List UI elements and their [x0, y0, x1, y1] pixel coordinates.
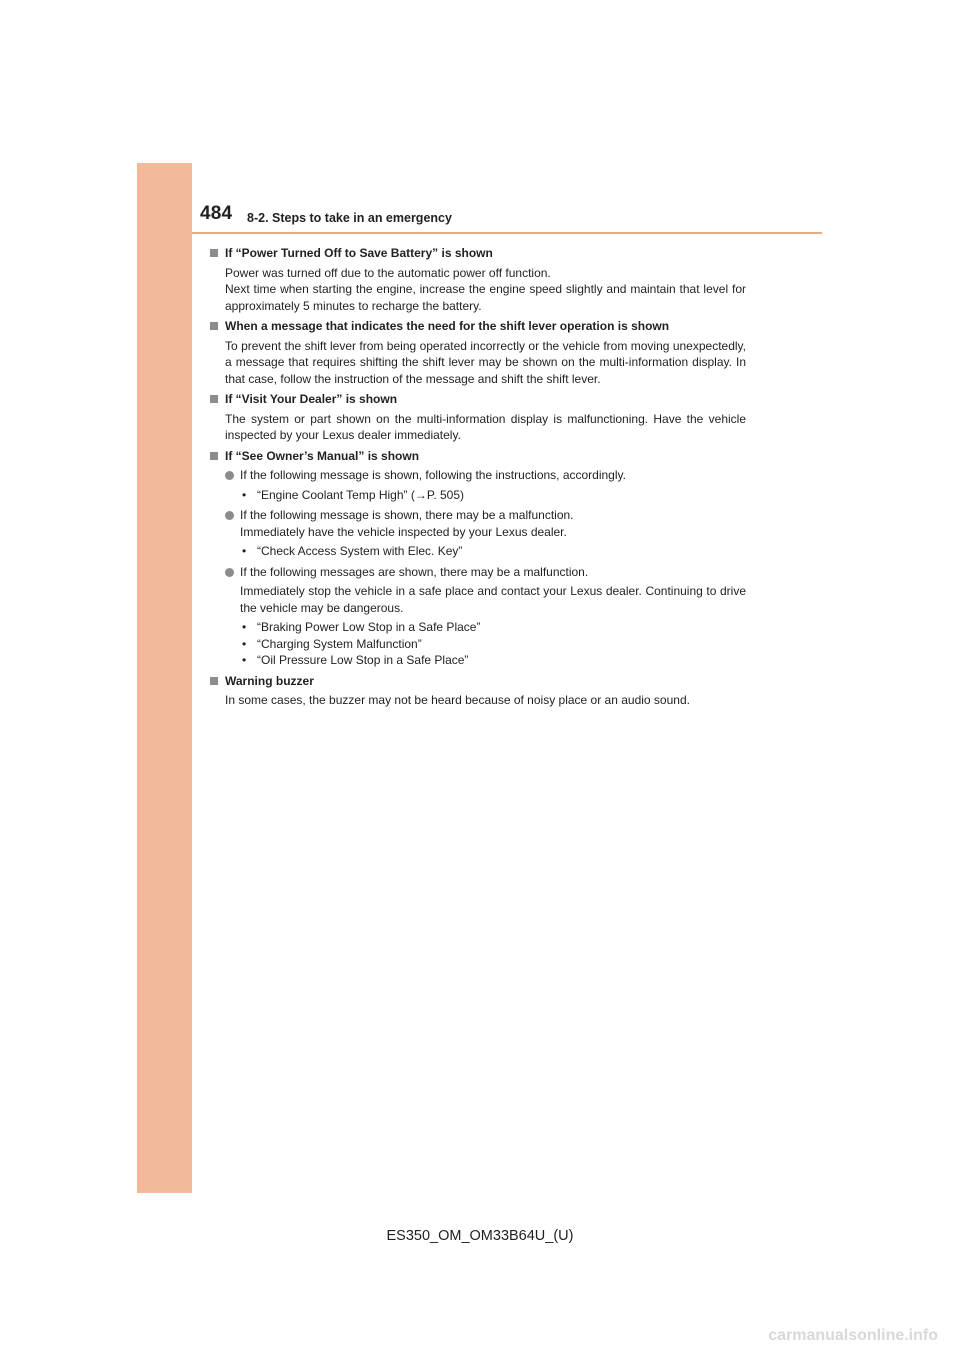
- message-list: • “Check Access System with Elec. Key”: [210, 543, 746, 560]
- section-2: When a message that indicates the need f…: [210, 318, 746, 387]
- bullet-text: If the following messages are shown, the…: [240, 564, 589, 579]
- section-heading: If “Power Turned Off to Save Battery” is…: [210, 245, 746, 262]
- section-paragraph: To prevent the shift lever from being op…: [210, 338, 746, 388]
- circle-bullet-icon: [225, 511, 234, 520]
- dot-marker-icon: •: [242, 544, 247, 558]
- section-paragraph-text: In some cases, the buzzer may not be hea…: [225, 693, 690, 707]
- section-paragraph: Power was turned off due to the automati…: [210, 265, 746, 315]
- message-list: • “Braking Power Low Stop in a Safe Place…: [210, 619, 746, 669]
- bullet-text: If the following message is shown, follo…: [240, 468, 626, 482]
- header-divider: [192, 232, 822, 234]
- circle-bullet-icon: [225, 471, 234, 480]
- square-bullet-icon: [210, 395, 218, 403]
- square-bullet-icon: [210, 322, 218, 330]
- section-heading-text: Warning buzzer: [225, 673, 314, 688]
- message-item-text: “Check Access System with Elec. Key”: [257, 544, 463, 558]
- dot-marker-icon: •: [242, 620, 247, 634]
- page-content: If “Power Turned Off to Save Battery” is…: [210, 245, 746, 713]
- section-paragraph-text: Power was turned off due to the automati…: [225, 265, 746, 313]
- bullet-item: If the following message is shown, follo…: [210, 467, 746, 484]
- bullet-note-text: Immediately stop the vehicle in a safe p…: [240, 584, 746, 615]
- section-paragraph: In some cases, the buzzer may not be hea…: [210, 692, 746, 709]
- circle-bullet-icon: [225, 567, 234, 577]
- dot-marker-icon: •: [242, 487, 247, 502]
- bullet-text: If the following message is shown, there…: [240, 508, 574, 539]
- section-4: If “See Owner’s Manual” is shown If the f…: [210, 448, 746, 669]
- section-heading-text: If “Visit Your Dealer” is shown: [225, 392, 398, 406]
- square-bullet-icon: [210, 676, 218, 685]
- section-paragraph-text: The system or part shown on the multi-in…: [225, 411, 746, 443]
- bullet-item: If the following messages are shown, the…: [210, 564, 746, 581]
- message-item: • “Engine Coolant Temp High” (→P. 505): [210, 487, 746, 504]
- message-item-text: “Engine Coolant Temp High” (→P. 505): [257, 487, 464, 502]
- section-title: 8-2. Steps to take in an emergency: [247, 211, 452, 225]
- document-code: ES350_OM_OM33B64U_(U): [0, 1228, 960, 1244]
- section-heading: When a message that indicates the need f…: [210, 318, 746, 335]
- message-item: • “Charging System Malfunction”: [210, 636, 746, 653]
- bullet-note: Immediately stop the vehicle in a safe p…: [210, 583, 746, 616]
- message-item: • “Oil Pressure Low Stop in a Safe Place”: [210, 652, 746, 669]
- dot-marker-icon: •: [242, 636, 247, 651]
- section-heading: If “Visit Your Dealer” is shown: [210, 391, 746, 408]
- section-heading-text: If “See Owner’s Manual” is shown: [225, 448, 420, 463]
- section-5: Warning buzzer In some cases, the buzzer …: [210, 673, 746, 709]
- section-heading: If “See Owner’s Manual” is shown: [210, 448, 746, 465]
- section-paragraph-text: To prevent the shift lever from being op…: [225, 338, 746, 386]
- message-list: • “Engine Coolant Temp High” (→P. 505): [210, 487, 746, 504]
- square-bullet-icon: [210, 249, 218, 257]
- message-item: • “Braking Power Low Stop in a Safe Place…: [210, 619, 746, 636]
- section-paragraph: The system or part shown on the multi-in…: [210, 411, 746, 444]
- section-heading-text: If “Power Turned Off to Save Battery” is…: [225, 246, 493, 260]
- message-item-text: “Braking Power Low Stop in a Safe Place”: [257, 620, 481, 634]
- bullet-item: If the following message is shown, there…: [210, 507, 746, 540]
- document-code-text: ES350_OM_OM33B64U_(U): [386, 1228, 574, 1244]
- dot-marker-icon: •: [242, 653, 247, 667]
- message-item-text: “Oil Pressure Low Stop in a Safe Place”: [257, 653, 469, 667]
- page-number: 484: [200, 203, 233, 224]
- section-heading: Warning buzzer: [210, 673, 746, 690]
- message-item-text: “Charging System Malfunction”: [257, 636, 422, 651]
- message-item: • “Check Access System with Elec. Key”: [210, 543, 746, 560]
- square-bullet-icon: [210, 451, 218, 460]
- side-color-band: [137, 163, 192, 1193]
- section-heading-text: When a message that indicates the need f…: [225, 319, 670, 333]
- section-1: If “Power Turned Off to Save Battery” is…: [210, 245, 746, 314]
- site-watermark: carmanualsonline.info: [768, 1327, 938, 1344]
- section-3: If “Visit Your Dealer” is shown The syste…: [210, 391, 746, 444]
